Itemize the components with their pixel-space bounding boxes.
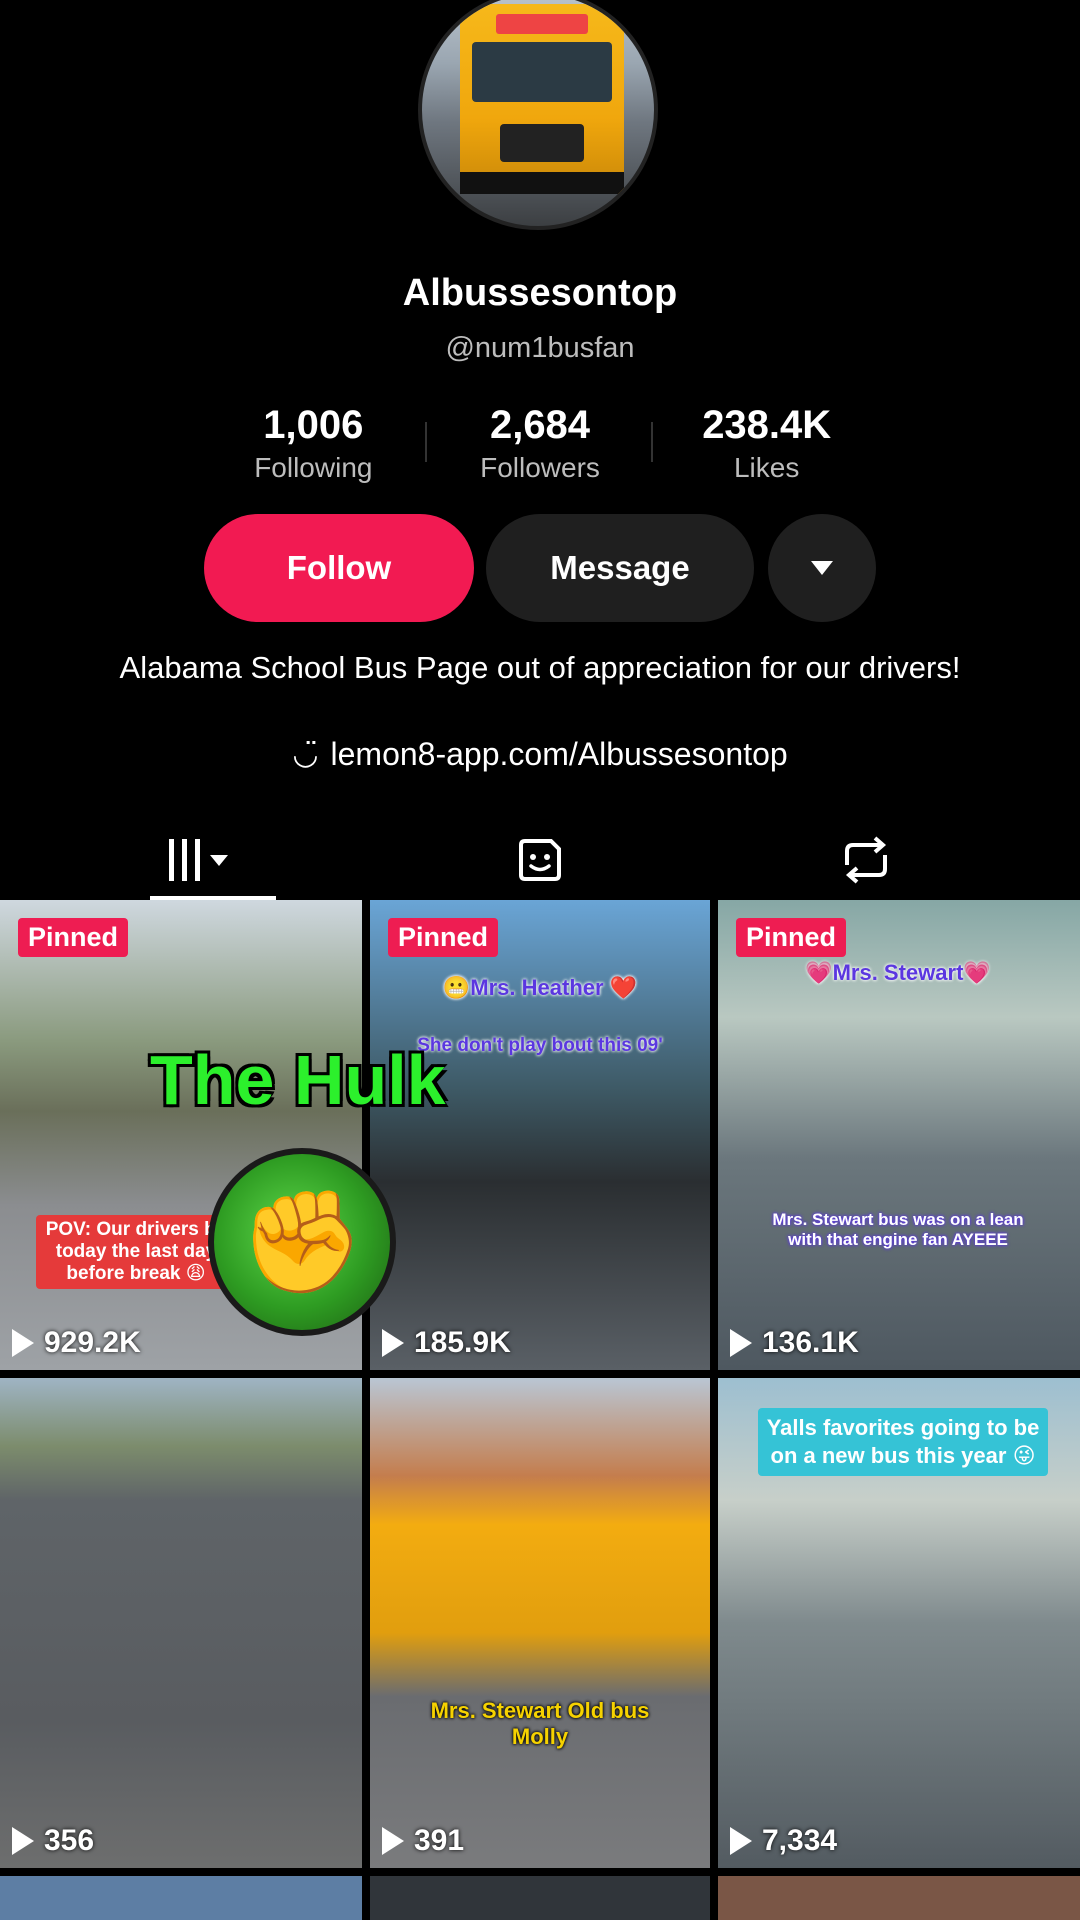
bio-link[interactable]: ◡̈ lemon8-app.com/Albussesontop — [0, 736, 1080, 773]
view-count: 929.2K — [12, 1326, 141, 1360]
fist-icon: ✊ — [239, 1185, 365, 1298]
message-button[interactable]: Message — [486, 514, 754, 622]
video-tile[interactable]: Pinned 😬Mrs. Heather ❤️ She don't play b… — [370, 900, 710, 1370]
stat-likes-value: 238.4K — [702, 403, 832, 447]
bus-sign — [496, 14, 588, 34]
profile-bio: Alabama School Bus Page out of appreciat… — [119, 650, 961, 685]
video-caption: Mrs. Stewart bus was on a lean with that… — [772, 1210, 1024, 1249]
tab-repost[interactable] — [826, 820, 906, 900]
profile-tabs — [0, 820, 1080, 900]
stat-likes[interactable]: 238.4K Likes — [653, 400, 880, 490]
video-caption-title: 😬Mrs. Heather ❤️ — [442, 975, 638, 1000]
view-count: 356 — [12, 1824, 94, 1858]
more-options-button[interactable] — [768, 514, 876, 622]
bus-image — [460, 4, 624, 194]
video-caption: Mrs. Stewart Old bus Molly — [430, 1698, 650, 1749]
stat-likes-label: Likes — [733, 452, 800, 483]
video-tile[interactable] — [0, 1876, 362, 1920]
video-caption: Yalls favorites going to be on a new bus… — [758, 1408, 1048, 1476]
tab-videos[interactable] — [120, 820, 276, 900]
video-tile[interactable] — [718, 1876, 1080, 1920]
hulk-fist-icon: ✊ — [208, 1148, 396, 1336]
link-smile-icon: ◡̈ — [292, 738, 319, 771]
pinned-badge: Pinned — [736, 918, 847, 957]
video-tile[interactable]: Pinned 💗Mrs. Stewart💗 Mrs. Stewart bus w… — [718, 900, 1080, 1370]
play-icon — [382, 1329, 404, 1357]
play-icon — [12, 1827, 34, 1855]
stat-followers-label: Followers — [480, 452, 600, 483]
play-icon — [730, 1329, 752, 1357]
bus-bumper — [460, 172, 624, 194]
tab-stickers[interactable] — [500, 820, 580, 900]
display-name: Albussesontop — [402, 272, 678, 314]
stat-following-label: Following — [254, 452, 373, 483]
bio-link-text: lemon8-app.com/Albussesontop — [330, 736, 788, 772]
stat-followers[interactable]: 2,684 Followers — [427, 400, 654, 490]
view-count-value: 185.9K — [414, 1326, 511, 1359]
pinned-badge: Pinned — [18, 918, 129, 957]
pinned-badge: Pinned — [388, 918, 499, 957]
play-icon — [382, 1827, 404, 1855]
chevron-down-icon — [209, 854, 228, 866]
view-count-value: 356 — [44, 1824, 95, 1857]
chevron-down-icon — [811, 561, 833, 575]
profile-avatar[interactable] — [418, 0, 658, 230]
bus-windshield — [472, 42, 612, 102]
view-count: 7,334 — [730, 1824, 837, 1858]
profile-stats: 1,006 Following 2,684 Followers 238.4K L… — [200, 400, 880, 490]
video-tile[interactable]: Yalls favorites going to be on a new bus… — [718, 1378, 1080, 1868]
repost-icon — [845, 836, 887, 884]
sticker-icon — [519, 839, 561, 881]
view-count: 391 — [382, 1824, 464, 1858]
grid-icon — [168, 839, 200, 881]
video-tile[interactable] — [370, 1876, 710, 1920]
stat-following-value: 1,006 — [263, 403, 364, 447]
video-tile[interactable]: Mrs. Stewart Old bus Molly 391 — [370, 1378, 710, 1868]
view-count-value: 7,334 — [762, 1824, 838, 1857]
stat-followers-value: 2,684 — [489, 403, 591, 447]
view-count-value: 136.1K — [762, 1326, 859, 1359]
play-icon — [12, 1329, 34, 1357]
video-caption-title: 💗Mrs. Stewart💗 — [805, 960, 991, 985]
video-tile[interactable]: 356 — [0, 1378, 362, 1868]
bus-grille — [500, 124, 584, 162]
stat-following[interactable]: 1,006 Following — [200, 400, 427, 490]
video-caption: POV: Our drivers bc today the last day b… — [36, 1215, 236, 1289]
username-handle: @num1busfan — [445, 332, 635, 364]
view-count: 136.1K — [730, 1326, 859, 1360]
play-icon — [730, 1827, 752, 1855]
overlay-text: The Hulk — [150, 1041, 446, 1119]
view-count: 185.9K — [382, 1326, 511, 1360]
video-caption: She don't play bout this 09' — [417, 1035, 663, 1056]
follow-button[interactable]: Follow — [204, 514, 474, 622]
view-count-value: 391 — [414, 1824, 465, 1857]
view-count-value: 929.2K — [44, 1326, 141, 1359]
